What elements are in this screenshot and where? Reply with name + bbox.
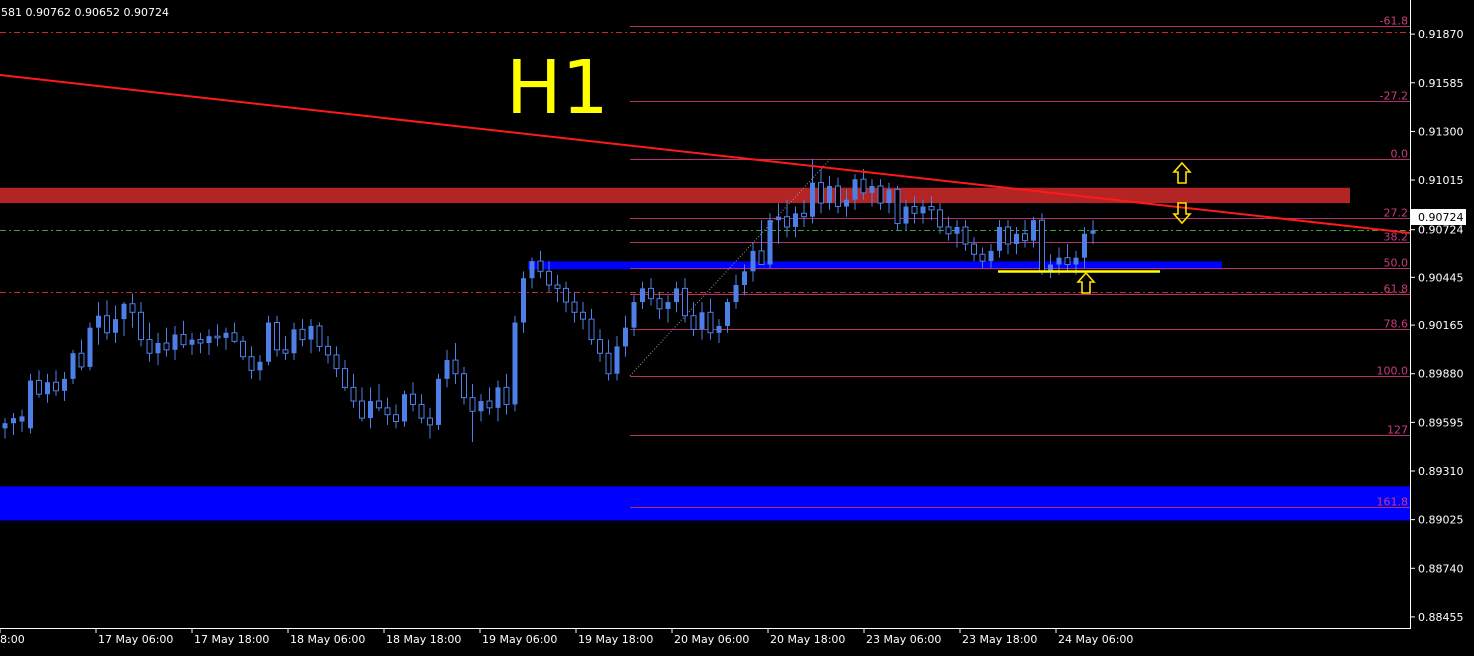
candle [436,373,441,431]
price-tick-label: 0.90724 [1418,224,1464,237]
price-tick-label: 0.91015 [1418,174,1464,187]
ohlc-header: 581 0.90762 0.90652 0.90724 [1,6,169,19]
candle [266,315,271,366]
price-tick-label: 0.91870 [1418,28,1464,41]
time-tick-label: 19 May 06:00 [482,633,557,646]
resistance-zone [0,187,1350,204]
fib-level-label: 27.2 [1384,207,1409,220]
fib-level-label: 78.6 [1384,318,1409,331]
fib-level-label: 61.8 [1384,283,1409,296]
candle [512,315,518,412]
time-tick-label: 17 May 18:00 [194,633,269,646]
fib-level-label: 161.8 [1377,496,1409,509]
price-tick-label: 0.89880 [1418,368,1464,381]
price-tick-label: 0.88740 [1418,562,1464,575]
price-chart[interactable]: -61.8-27.20.027.238.250.061.878.6100.012… [0,0,1474,652]
price-tick-label: 0.90165 [1418,319,1464,332]
time-tick-label: 8:00 [0,633,25,646]
time-tick-label: 19 May 18:00 [578,633,653,646]
candle [767,213,773,268]
time-tick-label: 20 May 18:00 [770,633,845,646]
current-price-tag: 0.90724 [1411,209,1466,225]
candle [1039,213,1045,275]
lower-support-zone [0,486,1410,521]
price-tick-label: 0.90445 [1418,271,1464,284]
price-tick-label: 0.89025 [1418,514,1464,527]
candle [70,349,76,384]
fib-level-label: 0.0 [1391,148,1409,161]
price-tick-label: 0.91585 [1418,77,1464,90]
candle [402,390,407,427]
timeframe-label: H1 [506,45,609,131]
time-tick-label: 18 May 06:00 [290,633,365,646]
fib-level-label: 50.0 [1384,257,1409,270]
chart-root: -61.8 -27.2 0.0 27.2 38.2 50.0 61.8 78.6 100.0 12… [0,0,1474,652]
fib-level-label: -27.2 [1380,90,1408,103]
time-tick-label: 23 May 18:00 [962,633,1037,646]
fib-level-label: 100.0 [1377,365,1409,378]
candle [28,373,33,434]
time-tick-label: 24 May 06:00 [1058,633,1133,646]
time-tick-label: 20 May 06:00 [674,633,749,646]
price-tick-label: 0.89595 [1418,416,1464,429]
price-tick-label: 0.89310 [1418,465,1464,478]
price-tick-label: 0.88455 [1418,611,1464,624]
chart-background [0,0,1474,652]
fib-level-label: 127 [1387,424,1408,437]
candle [894,186,901,231]
time-tick-label: 17 May 06:00 [98,633,173,646]
current-price-label: 0.90724 [1418,211,1464,224]
price-tick-label: 0.91300 [1418,125,1464,138]
fib-level-label: -61.8 [1380,15,1408,28]
time-tick-label: 23 May 06:00 [866,633,941,646]
time-tick-label: 18 May 18:00 [386,633,461,646]
candle [87,322,93,371]
